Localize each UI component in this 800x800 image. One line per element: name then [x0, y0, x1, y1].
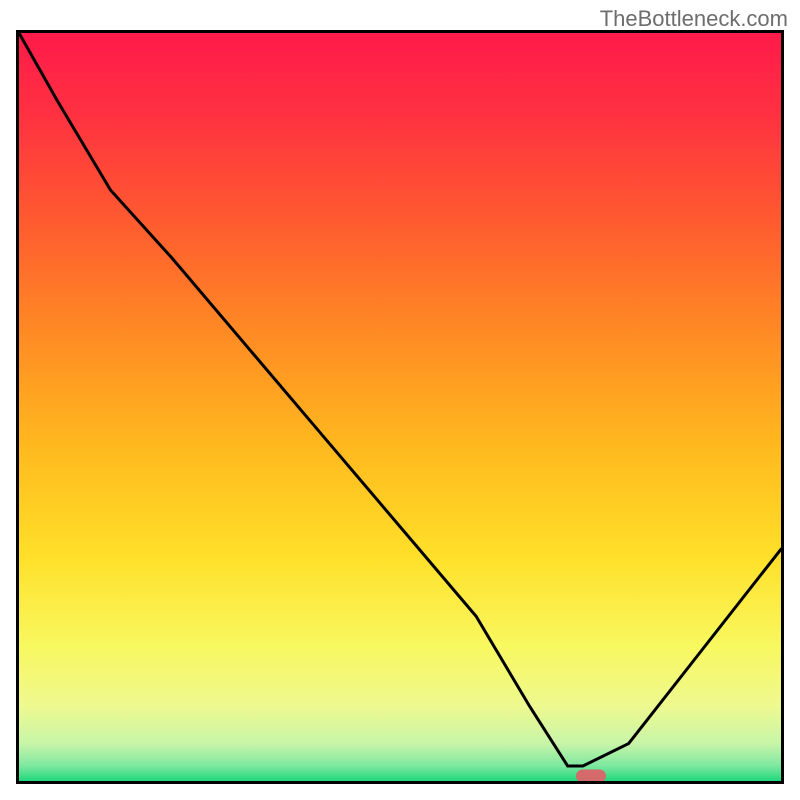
watermark-text: TheBottleneck.com [600, 6, 788, 32]
curve-line [19, 33, 781, 781]
chart-container [16, 30, 784, 784]
optimal-point-marker [576, 769, 606, 782]
plot-area [16, 30, 784, 784]
